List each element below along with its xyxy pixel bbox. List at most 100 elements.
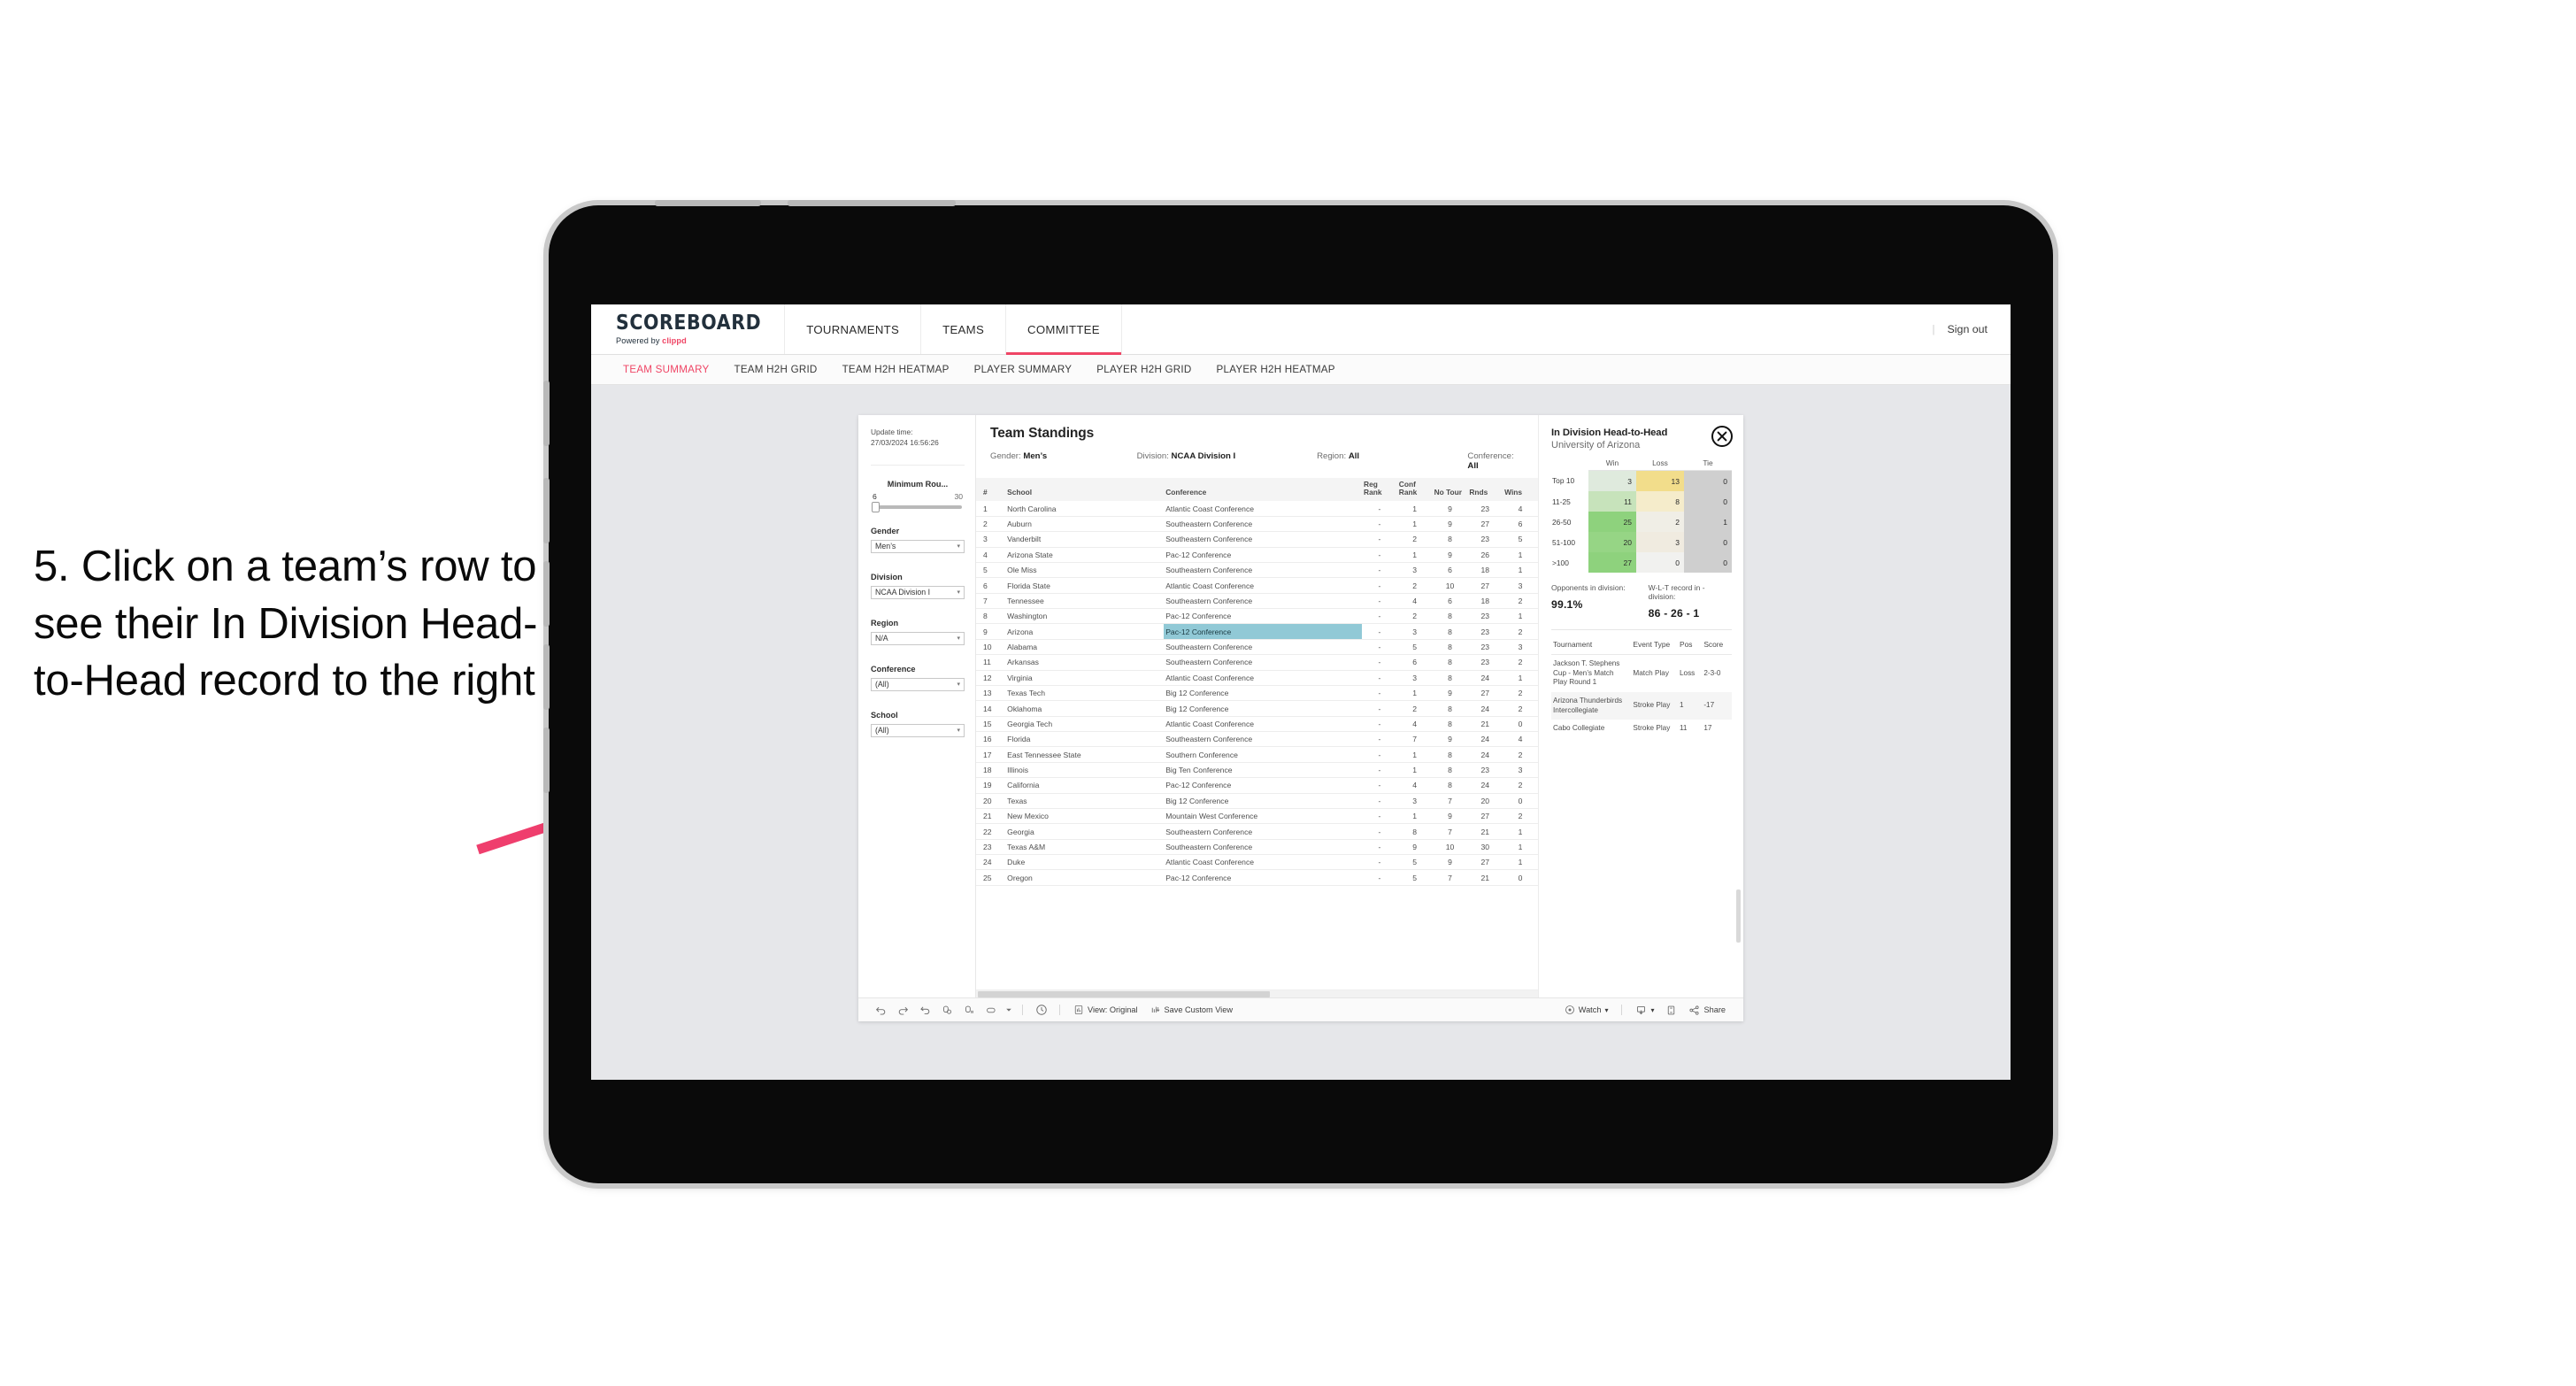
table-row[interactable]: 2 Auburn Southeastern Conference -1 9 27 6 (976, 516, 1538, 533)
cell-no-tour: 8 (1432, 654, 1468, 671)
tablet-button-left-5 (543, 728, 550, 793)
scrollbar-thumb[interactable] (978, 991, 1271, 997)
table-row[interactable]: 20 Texas Big 12 Conference -3 7 20 0 (976, 793, 1538, 809)
table-row[interactable]: 13 Texas Tech Big 12 Conference -1 9 27 2 (976, 685, 1538, 702)
cell-no-tour: 9 (1432, 808, 1468, 825)
table-row[interactable]: 17 East Tennessee State Southern Conferenc… (976, 746, 1538, 763)
cell-school: Auburn (1005, 516, 1165, 533)
brand-logo[interactable]: SCOREBOARD Powered by clippd (591, 304, 786, 354)
slider-handle[interactable] (872, 501, 880, 512)
table-row[interactable]: 10 Alabama Southeastern Conference -5 8 23 3 (976, 639, 1538, 656)
table-row[interactable]: 1 North Carolina Atlantic Coast Conference… (976, 501, 1538, 517)
cell-conf-rank: 3 (1396, 670, 1433, 686)
revert-icon[interactable] (914, 1001, 936, 1019)
col-school[interactable]: School (1005, 478, 1165, 502)
table-row[interactable]: 24 Duke Atlantic Coast Conference -5 9 27 1 (976, 854, 1538, 871)
tab-player-h2h-grid[interactable]: PLAYER H2H GRID (1084, 364, 1203, 375)
table-row[interactable]: 23 Texas A&M Southeastern Conference -9 10 30… (976, 839, 1538, 856)
view-original-button[interactable]: View: Original (1067, 1005, 1144, 1015)
tab-player-summary[interactable]: PLAYER SUMMARY (962, 364, 1085, 375)
meta-division-value: NCAA Division I (1171, 451, 1236, 461)
col-rank[interactable]: # (976, 478, 1006, 502)
watch-button[interactable]: Watch ▾ (1558, 1005, 1615, 1015)
cell-school: Vanderbilt (1005, 531, 1165, 548)
tab-team-summary[interactable]: TEAM SUMMARY (611, 364, 721, 375)
filter-gender-select[interactable]: Men’s ▾ (871, 539, 965, 553)
tab-team-h2h-grid[interactable]: TEAM H2H GRID (721, 364, 829, 375)
col-no-tour[interactable]: No Tour (1432, 478, 1468, 502)
table-row[interactable]: 25 Oregon Pac-12 Conference -5 7 21 0 (976, 869, 1538, 886)
share-button[interactable]: Share (1682, 1005, 1732, 1016)
redo-icon[interactable] (892, 1001, 914, 1019)
cell-wins: 4 (1503, 501, 1538, 517)
save-custom-view-button[interactable]: Save Custom View (1144, 1005, 1239, 1015)
table-row[interactable]: 4 Arizona State Pac-12 Conference -1 9 26 1 (976, 547, 1538, 563)
filter-region-select[interactable]: N/A ▾ (871, 631, 965, 645)
list-item[interactable]: Jackson T. Stephens Cup - Men’s Match Pl… (1551, 655, 1732, 692)
table-row[interactable]: 19 California Pac-12 Conference -4 8 24 2 (976, 777, 1538, 794)
h2h-cell-win: 11 (1588, 491, 1636, 512)
sign-out-link[interactable]: Sign out (1948, 323, 1988, 335)
tab-team-h2h-heatmap[interactable]: TEAM H2H HEATMAP (830, 364, 962, 375)
table-row[interactable]: 5 Ole Miss Southeastern Conference -3 6 18 1 (976, 562, 1538, 579)
bottom-toolbar: View: Original Save Custom View Watch ▾ … (858, 997, 1743, 1021)
brand-powered-prefix: Powered by (616, 335, 663, 345)
table-row[interactable]: 7 Tennessee Southeastern Conference -4 6 18 2 (976, 593, 1538, 610)
col-rnds[interactable]: Rnds (1467, 478, 1503, 502)
list-item[interactable]: Arizona Thunderbirds Intercollegiate Stro… (1551, 691, 1732, 720)
table-row[interactable]: 18 Illinois Big Ten Conference -1 8 23 3 (976, 762, 1538, 779)
refresh-data-icon[interactable] (936, 1001, 958, 1019)
tab-player-h2h-heatmap[interactable]: PLAYER H2H HEATMAP (1204, 364, 1348, 375)
stat-opponents-value: 99.1% (1551, 598, 1583, 611)
table-row[interactable]: 9 Arizona Pac-12 Conference -3 8 23 2 (976, 623, 1538, 640)
pause-icon[interactable] (958, 1001, 980, 1019)
chevron-down-icon[interactable] (1003, 1001, 1015, 1019)
filter-school-label: School (871, 710, 898, 720)
table-row[interactable]: 14 Oklahoma Big 12 Conference -2 8 24 2 (976, 700, 1538, 717)
filter-school-value: (All) (875, 726, 889, 735)
nav-item-tournaments[interactable]: TOURNAMENTS (785, 304, 922, 354)
col-conf-rank[interactable]: Conf Rank (1396, 478, 1433, 502)
tournament-name: Arizona Thunderbirds Intercollegiate (1551, 691, 1632, 720)
filter-conference-select[interactable]: (All) ▾ (871, 677, 965, 691)
table-row[interactable]: 6 Florida State Atlantic Coast Conference -… (976, 577, 1538, 594)
list-item[interactable]: Cabo Collegiate Stroke Play 11 17 (1551, 720, 1732, 738)
table-row[interactable]: 8 Washington Pac-12 Conference -2 8 23 1 (976, 608, 1538, 625)
cell-reg-rank: - (1362, 762, 1397, 779)
filter-school-select[interactable]: (All) ▾ (871, 723, 965, 737)
clock-icon[interactable] (1030, 1001, 1052, 1019)
standings-table-wrap[interactable]: # School Conference Reg Rank Conf Rank N… (976, 478, 1538, 989)
table-row[interactable]: 12 Virginia Atlantic Coast Conference -3 8 24… (976, 670, 1538, 686)
cell-rnds: 27 (1467, 685, 1503, 702)
cell-wins: 1 (1503, 823, 1538, 840)
minimum-rounds-slider[interactable] (872, 501, 962, 512)
col-conference[interactable]: Conference (1164, 478, 1363, 502)
app-topbar: SCOREBOARD Powered by clippd TOURNAMENTS… (591, 304, 2011, 355)
table-row[interactable]: 22 Georgia Southeastern Conference -8 7 21 1 (976, 823, 1538, 840)
table-row[interactable]: 21 New Mexico Mountain West Conference -1 9 2… (976, 808, 1538, 825)
table-row[interactable]: 11 Arkansas Southeastern Conference -6 8 23 2 (976, 654, 1538, 671)
download-button[interactable]: ▾ (1629, 1005, 1660, 1016)
nav-item-committee[interactable]: COMMITTEE (1006, 304, 1122, 355)
col-wins[interactable]: Wins (1503, 478, 1538, 502)
close-icon[interactable] (1711, 426, 1733, 447)
table-row[interactable]: 3 Vanderbilt Southeastern Conference -2 8 23 5 (976, 531, 1538, 548)
cell-wins: 1 (1503, 839, 1538, 856)
device-layout-icon[interactable] (980, 1001, 1003, 1019)
table-row[interactable]: 15 Georgia Tech Atlantic Coast Conference -… (976, 716, 1538, 733)
nav-item-teams[interactable]: TEAMS (921, 304, 1007, 354)
filter-division-select[interactable]: NCAA Division I ▾ (871, 585, 965, 599)
visualization-body: Update time: 27/03/2024 16:56:26 Minimum… (858, 415, 1743, 997)
cell-rnds: 23 (1467, 654, 1503, 671)
cell-wins: 2 (1503, 746, 1538, 763)
h2h-vertical-scrollbar[interactable] (1736, 889, 1741, 943)
h2h-col-loss: Loss (1636, 458, 1684, 471)
table-row[interactable]: 16 Florida Southeastern Conference -7 9 24 4 (976, 731, 1538, 748)
tablet-button-left-4 (543, 644, 550, 710)
col-reg-rank[interactable]: Reg Rank (1362, 478, 1397, 502)
horizontal-scrollbar[interactable] (976, 989, 1538, 997)
fullscreen-icon[interactable] (1660, 1001, 1682, 1019)
cell-rnds: 30 (1467, 839, 1503, 856)
undo-icon[interactable] (870, 1001, 892, 1019)
meta-division: Division: NCAA Division I (1137, 451, 1317, 471)
